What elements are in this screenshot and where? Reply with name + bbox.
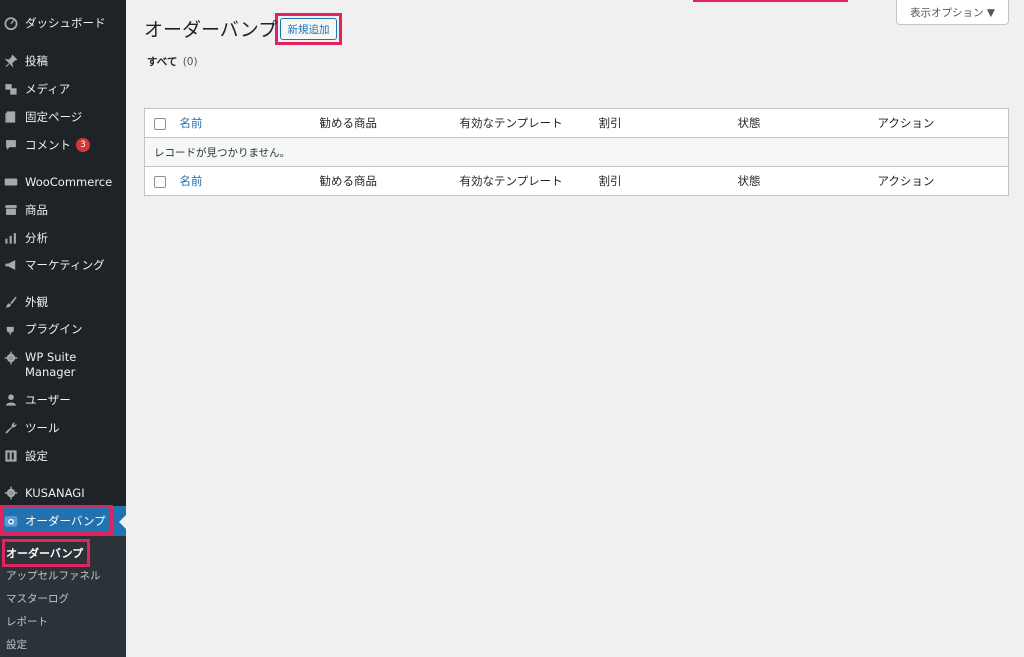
sidebar-item-pages[interactable]: 固定ページ [0, 109, 126, 125]
table-header-row: 名前 勧める商品 有効なテンプレート 割引 状態 アクション [144, 109, 1009, 138]
order-bump-submenu: オーダーバンプ アップセルファネル マスターログ レポート 設定 [0, 536, 126, 657]
sidebar-item-label: KUSANAGI [25, 485, 85, 500]
admin-sidebar: ダッシュボード 投稿 メディア 固定ページ コメント 3 WooCommerce… [0, 0, 126, 657]
sidebar-item-label: ユーザー [25, 392, 71, 407]
sidebar-item-order-bump[interactable]: オーダーバンプ [0, 506, 126, 536]
empty-message: レコードが見つかりません。 [154, 146, 291, 159]
submenu-order-bump[interactable]: オーダーバンプ [6, 545, 83, 561]
sidebar-item-label: 固定ページ [25, 109, 83, 124]
sidebar-item-label: WP Suite Manager [25, 350, 77, 379]
filter-all-count: (0) [182, 56, 198, 68]
sidebar-item-products[interactable]: 商品 [0, 202, 126, 218]
bar-chart-icon [3, 230, 19, 246]
column-active-template: 有効なテンプレート [459, 116, 563, 130]
sidebar-item-label: WooCommerce [25, 174, 113, 189]
select-all-checkbox[interactable] [154, 117, 166, 130]
megaphone-icon [3, 257, 19, 273]
sidebar-item-label: 分析 [25, 230, 48, 245]
column-discount-footer: 割引 [598, 174, 622, 188]
sidebar-item-kusanagi[interactable]: KUSANAGI [0, 485, 126, 501]
comment-count-badge: 3 [76, 138, 90, 152]
sidebar-item-appearance[interactable]: 外観 [0, 294, 126, 310]
column-name[interactable]: 名前 [180, 116, 203, 130]
sidebar-item-wp-suite-manager[interactable]: WP Suite Manager [0, 350, 126, 380]
sidebar-item-label: ダッシュボード [25, 15, 106, 30]
column-recommended-product-footer: 勧める商品 [319, 174, 378, 188]
sidebar-item-label: 設定 [25, 448, 48, 463]
submenu-master-log[interactable]: マスターログ [6, 591, 69, 606]
sidebar-item-media[interactable]: メディア [0, 81, 126, 97]
filter-all[interactable]: すべて [147, 56, 177, 68]
sidebar-item-users[interactable]: ユーザー [0, 392, 126, 408]
sidebar-item-settings[interactable]: 設定 [0, 448, 126, 464]
sidebar-item-label: ツール [25, 420, 60, 435]
column-active-template-footer: 有効なテンプレート [459, 174, 563, 188]
page-icon [3, 109, 19, 125]
settings-icon [3, 448, 19, 464]
column-recommended-product: 勧める商品 [319, 116, 378, 130]
sidebar-item-label: 外観 [25, 294, 48, 309]
sidebar-item-label: メディア [25, 81, 71, 96]
column-action-footer: アクション [877, 174, 935, 188]
column-status: 状態 [737, 116, 761, 130]
media-icon [3, 81, 19, 97]
sidebar-item-woocommerce[interactable]: WooCommerce [0, 174, 126, 190]
sidebar-item-marketing[interactable]: マーケティング [0, 257, 126, 273]
sidebar-item-analytics[interactable]: 分析 [0, 230, 126, 246]
order-bump-table: 名前 勧める商品 有効なテンプレート 割引 状態 アクション レコードが見つかり… [144, 108, 1009, 196]
table-empty-row: レコードが見つかりません。 [144, 137, 1009, 167]
pin-icon [3, 53, 19, 69]
add-new-button[interactable]: 新規追加 [280, 18, 337, 40]
sidebar-item-label: プラグイン [25, 321, 83, 336]
column-discount: 割引 [598, 116, 622, 130]
brush-icon [3, 294, 19, 310]
wrench-icon [3, 420, 19, 436]
screen-options-button[interactable]: 表示オプション ▼ [896, 0, 1009, 25]
select-all-checkbox-footer[interactable] [154, 175, 166, 188]
gear-icon [3, 485, 19, 501]
table-footer-row: 名前 勧める商品 有効なテンプレート 割引 状態 アクション [145, 167, 1009, 196]
order-bump-icon [3, 513, 19, 529]
gear-icon [3, 350, 19, 366]
plugin-icon [3, 321, 19, 337]
sidebar-item-dashboard[interactable]: ダッシュボード [0, 15, 126, 31]
sidebar-item-label: 投稿 [25, 53, 48, 68]
sidebar-item-tools[interactable]: ツール [0, 420, 126, 436]
page-title: オーダーバンプ [144, 19, 278, 41]
archive-icon [3, 202, 19, 218]
column-name-footer[interactable]: 名前 [180, 174, 203, 188]
comment-icon [3, 137, 19, 153]
woo-icon [3, 174, 19, 190]
submenu-upsell-funnel[interactable]: アップセルファネル [6, 568, 101, 583]
top-accent-line [693, 0, 848, 2]
column-status-footer: 状態 [737, 174, 761, 188]
active-menu-arrow [119, 515, 126, 529]
submenu-report[interactable]: レポート [6, 614, 48, 629]
submenu-settings[interactable]: 設定 [6, 637, 27, 652]
status-filter: すべて (0) [147, 54, 198, 69]
sidebar-item-plugins[interactable]: プラグイン [0, 321, 126, 337]
sidebar-item-posts[interactable]: 投稿 [0, 53, 126, 69]
sidebar-item-comments[interactable]: コメント 3 [0, 137, 126, 153]
column-action: アクション [877, 116, 935, 130]
dashboard-icon [3, 15, 19, 31]
sidebar-item-label: マーケティング [25, 257, 105, 272]
sidebar-item-label: コメント [25, 137, 71, 152]
sidebar-item-label: オーダーバンプ [25, 513, 106, 528]
sidebar-item-label: 商品 [25, 202, 48, 217]
user-icon [3, 392, 19, 408]
